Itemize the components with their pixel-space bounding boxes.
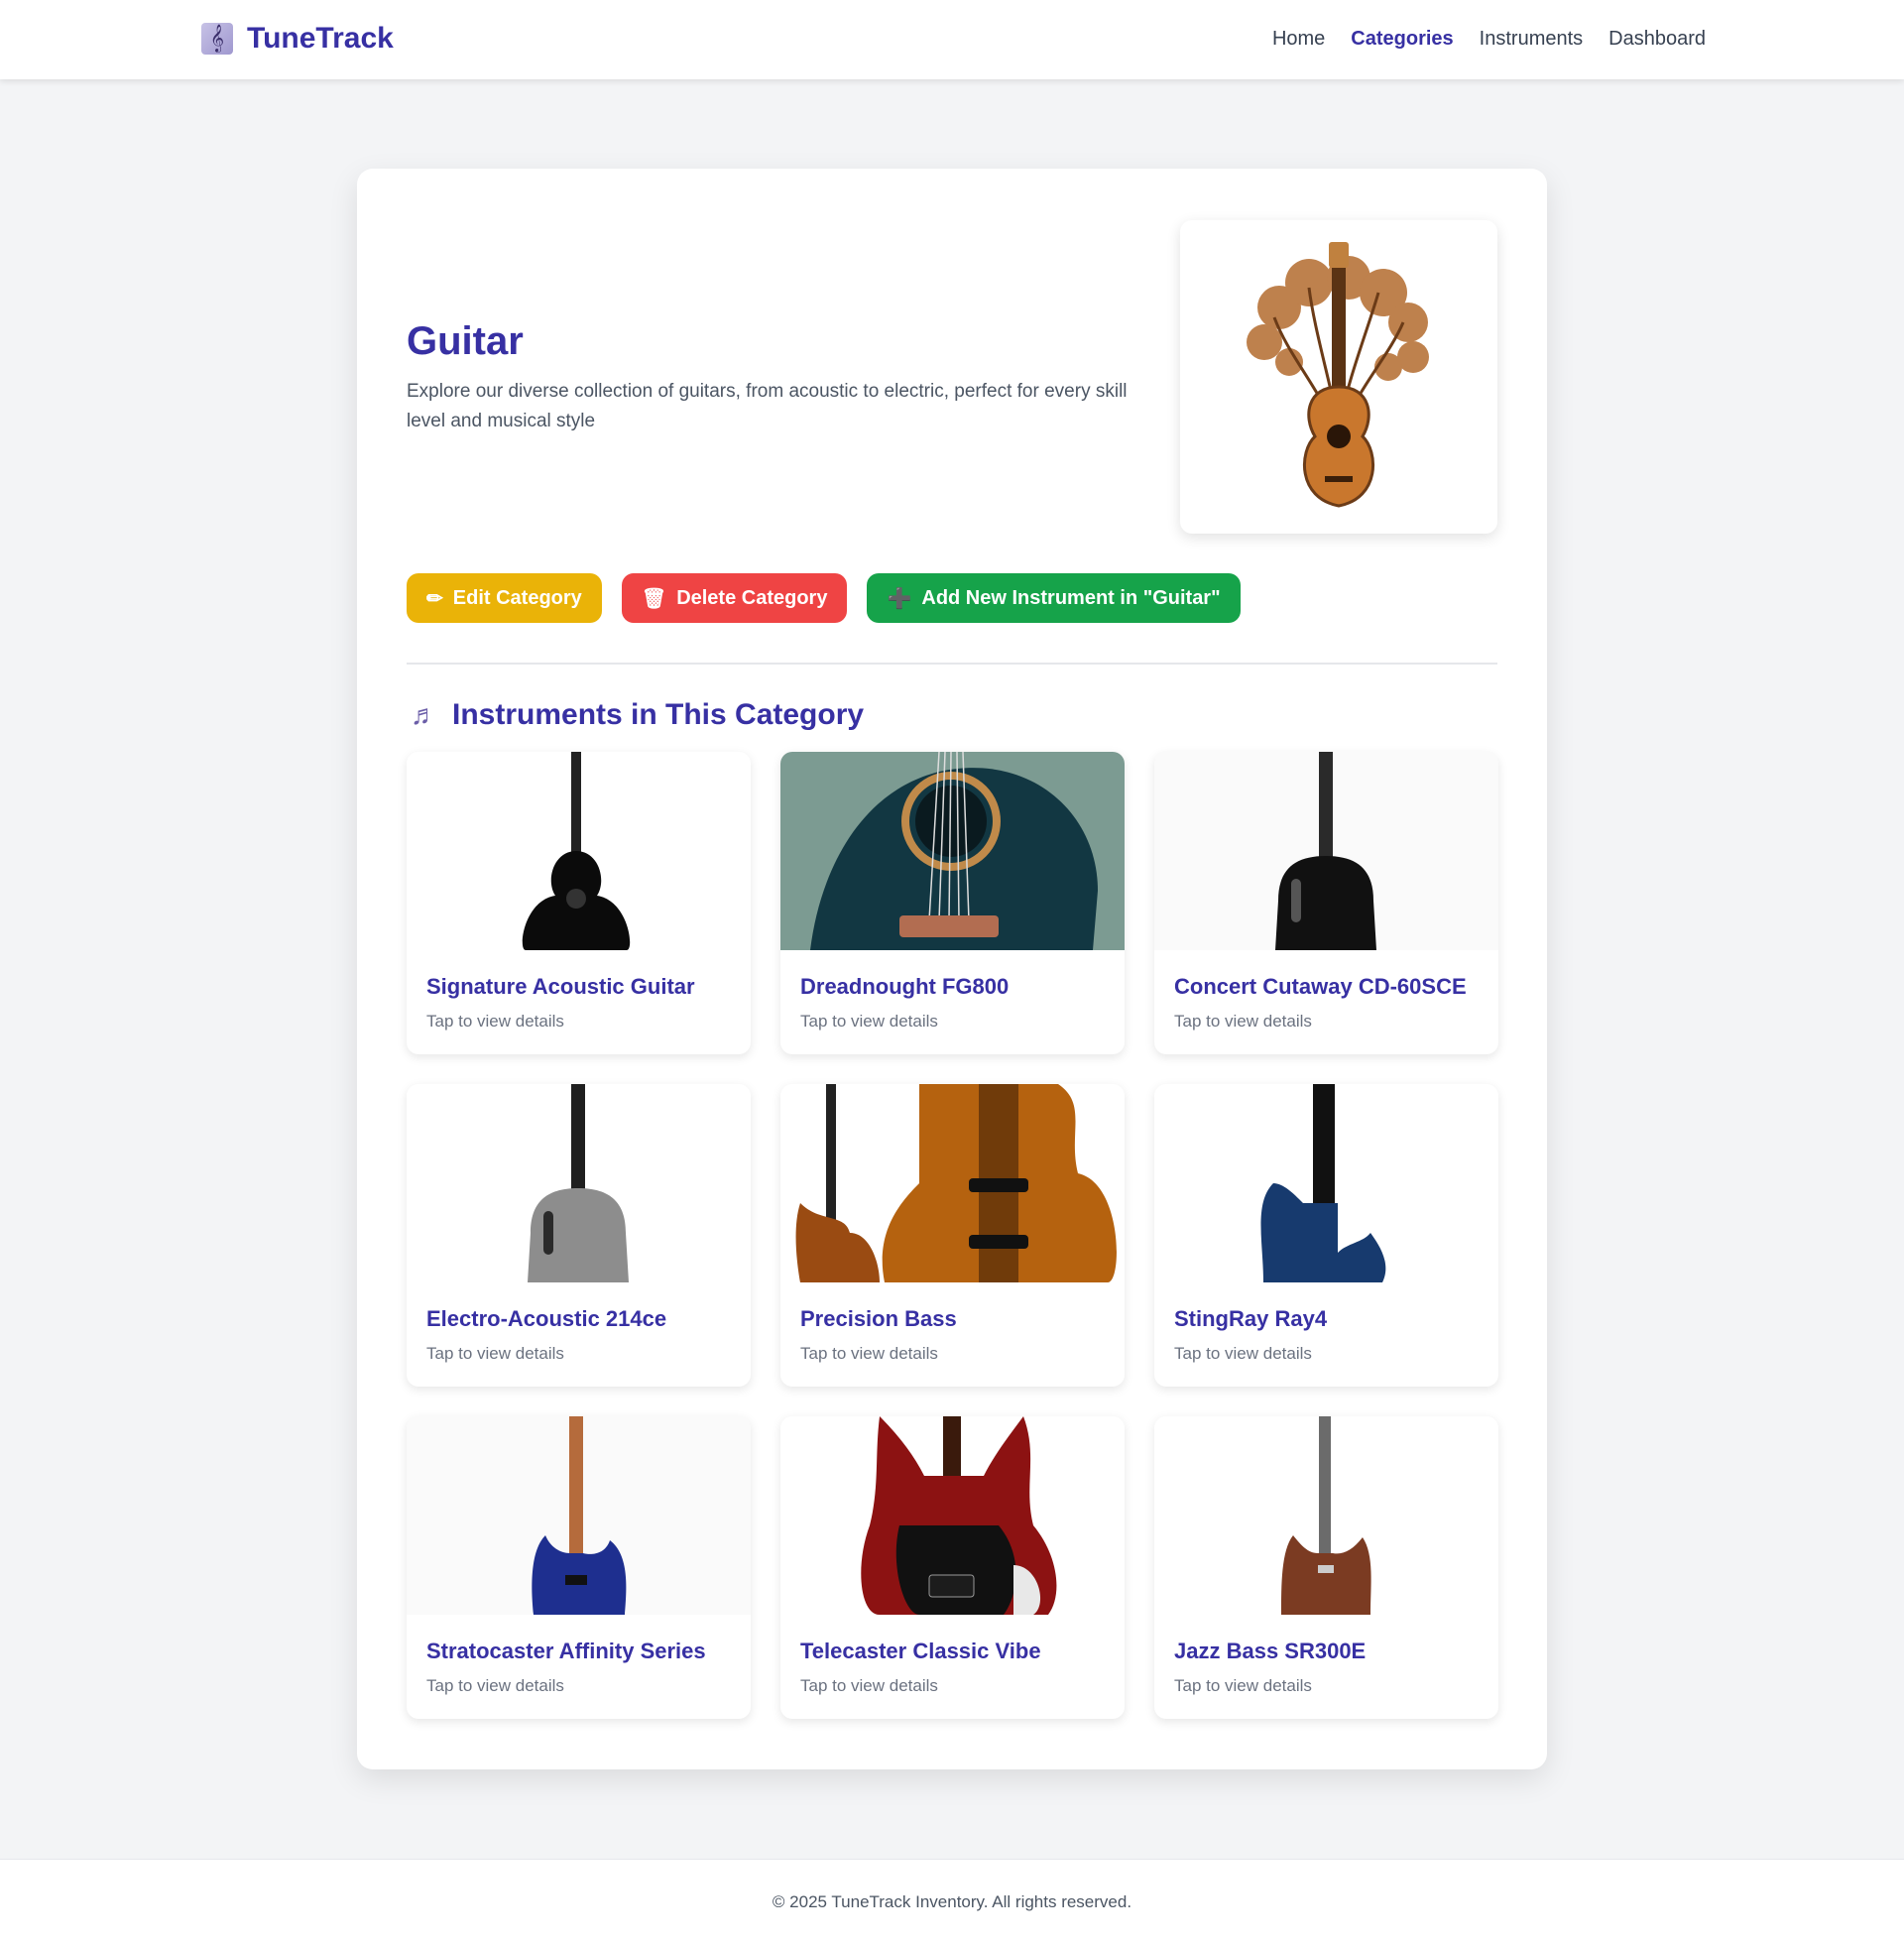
add-instrument-button[interactable]: ➕ Add New Instrument in "Guitar" — [867, 573, 1241, 623]
music-notes-icon: ♬ — [411, 699, 438, 730]
category-image — [1180, 220, 1497, 534]
nav-dashboard[interactable]: Dashboard — [1608, 28, 1706, 51]
instrument-card[interactable]: StingRay Ray4 Tap to view details — [1154, 1084, 1498, 1387]
instrument-grid: Signature Acoustic Guitar Tap to view de… — [407, 752, 1498, 1719]
instrument-name: Jazz Bass SR300E — [1174, 1639, 1367, 1663]
brand-logo[interactable]: 𝄞 TuneTrack — [201, 22, 394, 56]
footer: © 2025 TuneTrack Inventory. All rights r… — [0, 1859, 1904, 1944]
category-title: Guitar — [407, 319, 524, 363]
instrument-name: Electro-Acoustic 214ce — [426, 1306, 667, 1331]
instrument-name: Dreadnought FG800 — [800, 974, 1010, 999]
instrument-image — [407, 1416, 751, 1615]
delete-category-button[interactable]: 🗑 Delete Category — [621, 573, 848, 623]
instrument-subtitle: Tap to view details — [800, 1676, 938, 1695]
section-divider — [407, 663, 1497, 665]
category-description: Explore our diverse collection of guitar… — [407, 381, 1128, 431]
instrument-name: Telecaster Classic Vibe — [800, 1639, 1041, 1663]
instrument-card[interactable]: Concert Cutaway CD-60SCE Tap to view det… — [1154, 752, 1498, 1054]
treble-clef-icon: 𝄞 — [201, 23, 233, 55]
instrument-card[interactable]: Jazz Bass SR300E Tap to view details — [1154, 1416, 1498, 1719]
instrument-card[interactable]: Dreadnought FG800 Tap to view details — [780, 752, 1125, 1054]
delete-category-label: Delete Category — [676, 586, 828, 609]
guitar-tree-illustration — [1247, 242, 1429, 508]
instrument-subtitle: Tap to view details — [1174, 1344, 1312, 1363]
instrument-image — [780, 752, 1125, 950]
instrument-image — [780, 1084, 1125, 1282]
edit-category-label: Edit Category — [452, 586, 582, 609]
nav-links: Home Categories Instruments Dashboard — [1247, 28, 1706, 51]
instrument-card[interactable]: Telecaster Classic Vibe Tap to view deta… — [780, 1416, 1125, 1719]
instrument-image — [407, 752, 751, 950]
section-title: ♬ Instruments in This Category — [407, 698, 864, 732]
add-instrument-label: Add New Instrument in "Guitar" — [921, 586, 1221, 609]
instrument-image — [407, 1084, 751, 1282]
instrument-card[interactable]: Electro-Acoustic 214ce Tap to view detai… — [407, 1084, 751, 1387]
instrument-subtitle: Tap to view details — [426, 1012, 564, 1031]
instrument-subtitle: Tap to view details — [426, 1344, 564, 1363]
nav-home[interactable]: Home — [1272, 28, 1325, 51]
instrument-name: Precision Bass — [800, 1306, 957, 1331]
instrument-subtitle: Tap to view details — [1174, 1676, 1312, 1695]
instrument-card[interactable]: Stratocaster Affinity Series Tap to view… — [407, 1416, 751, 1719]
section-title-text: Instruments in This Category — [452, 698, 865, 731]
instrument-image — [1154, 1084, 1498, 1282]
instrument-subtitle: Tap to view details — [800, 1012, 938, 1031]
instrument-name: Concert Cutaway CD-60SCE — [1174, 974, 1467, 999]
instrument-image — [1154, 1416, 1498, 1615]
pencil-icon: ✏ — [426, 587, 443, 610]
instrument-card[interactable]: Signature Acoustic Guitar Tap to view de… — [407, 752, 751, 1054]
instrument-card[interactable]: Precision Bass Tap to view details — [780, 1084, 1125, 1387]
edit-category-button[interactable]: ✏ Edit Category — [407, 573, 602, 623]
instrument-subtitle: Tap to view details — [426, 1676, 564, 1695]
instrument-subtitle: Tap to view details — [800, 1344, 938, 1363]
category-actions: ✏ Edit Category 🗑 Delete Category ➕ Add … — [407, 573, 1241, 623]
instrument-image — [1154, 752, 1498, 950]
trash-icon: 🗑 — [641, 587, 667, 610]
instrument-name: Stratocaster Affinity Series — [426, 1639, 706, 1663]
instrument-name: StingRay Ray4 — [1174, 1306, 1328, 1331]
footer-copyright: © 2025 TuneTrack Inventory. All rights r… — [772, 1891, 1132, 1911]
brand-name: TuneTrack — [247, 22, 394, 55]
nav-instruments[interactable]: Instruments — [1480, 28, 1583, 51]
instrument-name: Signature Acoustic Guitar — [426, 974, 695, 999]
plus-icon: ➕ — [887, 587, 912, 610]
category-card: Guitar Explore our diverse collection of… — [357, 169, 1547, 1769]
navbar: 𝄞 TuneTrack Home Categories Instruments … — [0, 0, 1904, 79]
instrument-image — [780, 1416, 1125, 1615]
nav-categories[interactable]: Categories — [1351, 28, 1453, 51]
instrument-subtitle: Tap to view details — [1174, 1012, 1312, 1031]
